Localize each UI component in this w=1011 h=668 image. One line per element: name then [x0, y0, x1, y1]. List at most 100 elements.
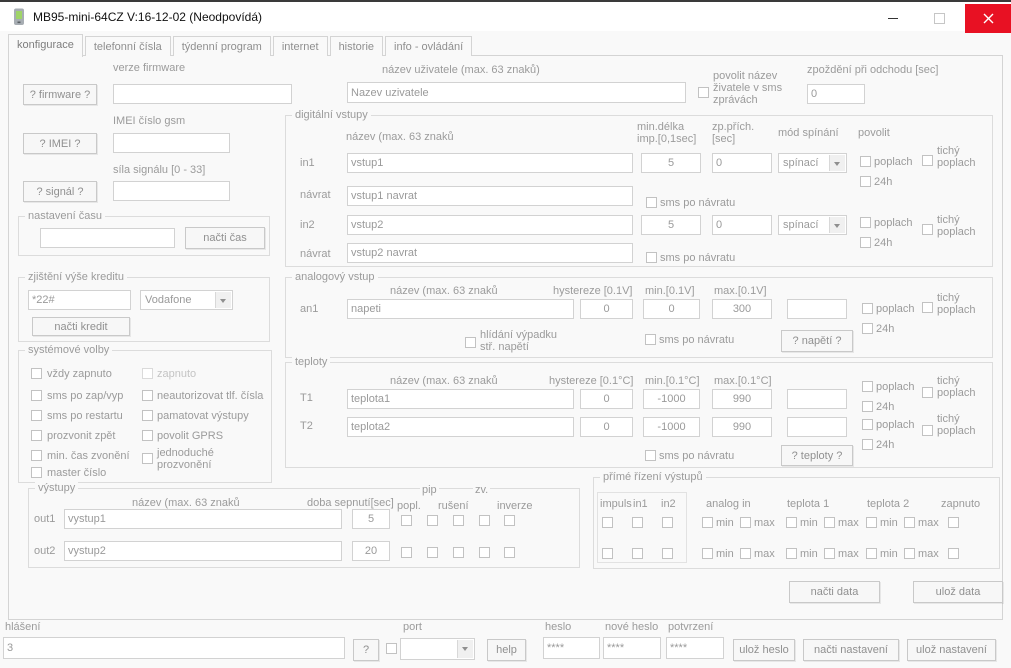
- direct2-analog-max-checkbox[interactable]: [740, 548, 751, 559]
- an1-min-input[interactable]: [643, 299, 700, 319]
- direct2-zapnuto-checkbox[interactable]: [948, 548, 959, 559]
- query-temperatures-button[interactable]: ? teploty ?: [781, 445, 853, 466]
- direct2-t1-max-checkbox[interactable]: [824, 548, 835, 559]
- load-data-button[interactable]: načti data: [789, 581, 880, 603]
- t1-extra-input[interactable]: [787, 389, 847, 409]
- direct1-t1-min-checkbox[interactable]: [786, 517, 797, 528]
- t2-hyst-input[interactable]: [580, 417, 633, 437]
- direct2-t2-min-checkbox[interactable]: [866, 548, 877, 559]
- direct1-in2-checkbox[interactable]: [662, 517, 673, 528]
- out2-zv-checkbox[interactable]: [479, 547, 490, 558]
- in1-delay-input[interactable]: [712, 153, 772, 173]
- in1-name-input[interactable]: [347, 153, 633, 173]
- t1-name-input[interactable]: [347, 389, 574, 409]
- in2-minlen-input[interactable]: [641, 215, 701, 235]
- operator-select[interactable]: Vodafone: [140, 290, 233, 310]
- tab-tydenni-program[interactable]: týdenní program: [172, 36, 271, 56]
- in1-mode-select[interactable]: spínací: [778, 153, 847, 173]
- chevron-down-icon[interactable]: [457, 640, 473, 658]
- an1-name-input[interactable]: [347, 299, 574, 319]
- out1-zv-checkbox[interactable]: [479, 515, 490, 526]
- save-data-button[interactable]: ulož data: [913, 581, 1003, 603]
- t2-poplach-checkbox[interactable]: [862, 419, 873, 430]
- enable-gprs-checkbox[interactable]: [142, 430, 153, 441]
- in2-poplach-checkbox[interactable]: [860, 217, 871, 228]
- t1-24h-checkbox[interactable]: [862, 401, 873, 412]
- t2-extra-input[interactable]: [787, 417, 847, 437]
- in1-24h-checkbox[interactable]: [860, 176, 871, 187]
- out1-pip-checkbox[interactable]: [427, 515, 438, 526]
- in2-sms-return-checkbox[interactable]: [646, 252, 657, 263]
- direct2-in1-checkbox[interactable]: [632, 548, 643, 559]
- t1-hyst-input[interactable]: [580, 389, 633, 409]
- tab-historie[interactable]: historie: [329, 36, 384, 56]
- sms-restart-checkbox[interactable]: [31, 410, 42, 421]
- an1-poplach-checkbox[interactable]: [862, 303, 873, 314]
- direct1-in1-checkbox[interactable]: [632, 517, 643, 528]
- report-input[interactable]: [3, 637, 345, 659]
- tab-konfigurace[interactable]: konfigurace: [8, 34, 83, 57]
- direct1-analog-min-checkbox[interactable]: [702, 517, 713, 528]
- firmware-version-input[interactable]: [113, 84, 292, 104]
- t1-tichy-poplach-checkbox[interactable]: [922, 387, 933, 398]
- t1-max-input[interactable]: [712, 389, 772, 409]
- out1-ruseni-checkbox[interactable]: [453, 515, 464, 526]
- min-ring-time-checkbox[interactable]: [31, 450, 42, 461]
- t2-tichy-poplach-checkbox[interactable]: [922, 425, 933, 436]
- out2-ruseni-checkbox[interactable]: [453, 547, 464, 558]
- password-input[interactable]: [543, 637, 600, 659]
- always-on-checkbox[interactable]: [31, 368, 42, 379]
- direct1-impuls-checkbox[interactable]: [602, 517, 613, 528]
- help-button[interactable]: help: [487, 639, 526, 661]
- query-imei-button[interactable]: ? IMEI ?: [23, 133, 97, 154]
- load-credit-button[interactable]: načti kredit: [32, 317, 130, 336]
- close-button[interactable]: [965, 4, 1011, 33]
- in2-return-name-input[interactable]: [347, 243, 633, 263]
- port-checkbox[interactable]: [386, 643, 397, 654]
- enable-name-in-sms-checkbox[interactable]: [698, 87, 709, 98]
- in2-mode-select[interactable]: spínací: [778, 215, 847, 235]
- time-input[interactable]: [40, 228, 175, 248]
- direct1-t2-max-checkbox[interactable]: [904, 517, 915, 528]
- direct2-t2-max-checkbox[interactable]: [904, 548, 915, 559]
- ring-back-checkbox[interactable]: [31, 430, 42, 441]
- in1-sms-return-checkbox[interactable]: [646, 197, 657, 208]
- exit-delay-input[interactable]: [807, 84, 865, 104]
- enabled-checkbox[interactable]: [142, 368, 153, 379]
- in1-minlen-input[interactable]: [641, 153, 701, 173]
- out1-popl-checkbox[interactable]: [401, 515, 412, 526]
- query-firmware-button[interactable]: ? firmware ?: [23, 84, 97, 105]
- chevron-down-icon[interactable]: [829, 217, 845, 233]
- out1-time-input[interactable]: [352, 509, 390, 529]
- in1-return-name-input[interactable]: [347, 186, 633, 206]
- new-password-input[interactable]: [603, 637, 661, 659]
- sms-on-off-checkbox[interactable]: [31, 390, 42, 401]
- direct1-t1-max-checkbox[interactable]: [824, 517, 835, 528]
- simple-ring-checkbox[interactable]: [142, 453, 153, 464]
- direct2-in2-checkbox[interactable]: [662, 548, 673, 559]
- an1-sms-return-checkbox[interactable]: [645, 334, 656, 345]
- signal-input[interactable]: [113, 181, 230, 201]
- tab-telefonni-cisla[interactable]: telefonní čísla: [84, 36, 171, 56]
- tab-internet[interactable]: internet: [272, 36, 328, 56]
- query-signal-button[interactable]: ? signál ?: [23, 181, 97, 202]
- load-settings-button[interactable]: načti nastavení: [803, 639, 899, 661]
- direct2-analog-min-checkbox[interactable]: [702, 548, 713, 559]
- out2-inverze-checkbox[interactable]: [504, 547, 515, 558]
- direct2-t1-min-checkbox[interactable]: [786, 548, 797, 559]
- imei-input[interactable]: [113, 133, 230, 153]
- question-button[interactable]: ?: [353, 639, 379, 661]
- save-password-button[interactable]: ulož heslo: [733, 639, 795, 661]
- in2-tichy-poplach-checkbox[interactable]: [922, 224, 933, 235]
- credit-code-input[interactable]: [28, 290, 131, 310]
- in1-tichy-poplach-checkbox[interactable]: [922, 155, 933, 166]
- out2-popl-checkbox[interactable]: [401, 547, 412, 558]
- t1-poplach-checkbox[interactable]: [862, 381, 873, 392]
- an1-extra-input[interactable]: [787, 299, 847, 319]
- chevron-down-icon[interactable]: [215, 292, 231, 308]
- direct1-zapnuto-checkbox[interactable]: [948, 517, 959, 528]
- in1-poplach-checkbox[interactable]: [860, 156, 871, 167]
- unauthorize-numbers-checkbox[interactable]: [142, 390, 153, 401]
- temp-sms-return-checkbox[interactable]: [645, 450, 656, 461]
- save-settings-button[interactable]: ulož nastavení: [907, 639, 996, 661]
